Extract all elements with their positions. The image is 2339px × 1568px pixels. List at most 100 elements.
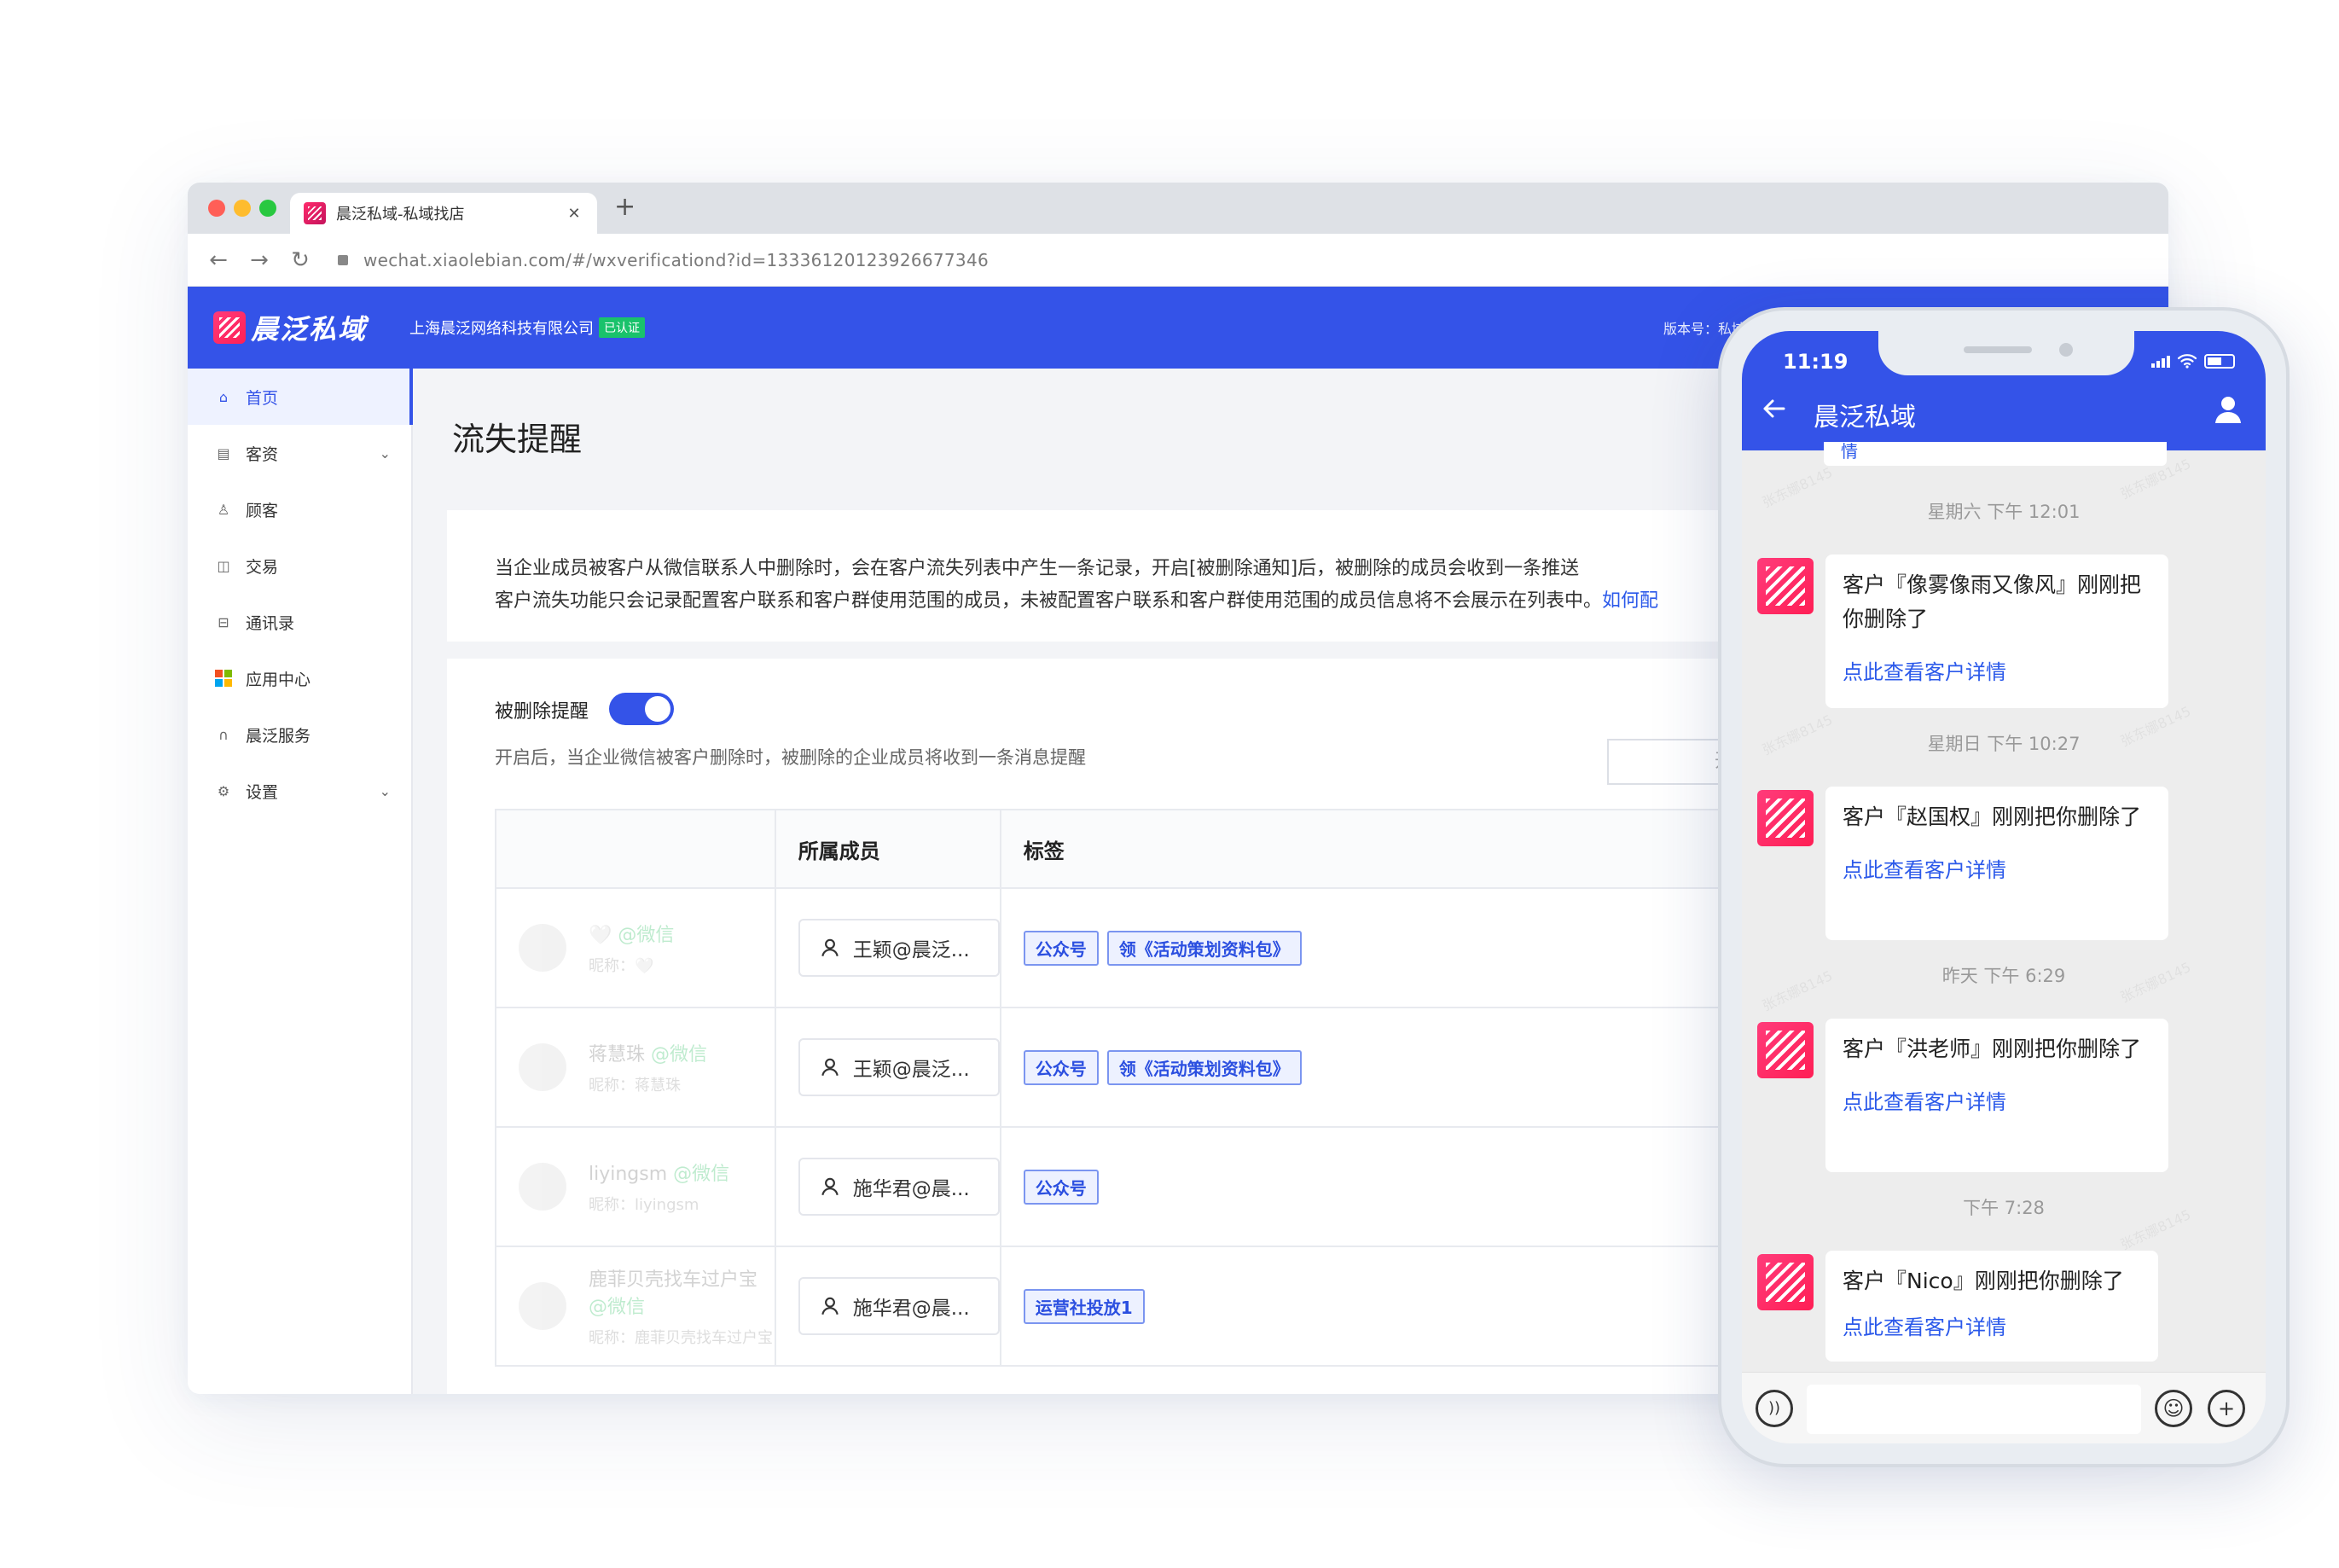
url-field[interactable]: wechat.xiaolebian.com/#/wxverificationd?… bbox=[338, 250, 989, 270]
view-customer-details-link[interactable]: 点此查看客户详情 bbox=[1843, 1310, 2141, 1340]
customer-name: 🤍 @微信 bbox=[589, 920, 674, 947]
customer-info: 蒋慧珠 @微信 昵称：蒋慧珠 bbox=[519, 1039, 775, 1095]
sidebar-item-settings[interactable]: ⚙ 设置 ⌄ bbox=[188, 763, 411, 819]
add-attachment-icon[interactable]: + bbox=[2208, 1390, 2245, 1427]
customer-source: @微信 bbox=[589, 1297, 646, 1318]
company-name: 上海晨泛网络科技有限公司 bbox=[409, 320, 595, 338]
sidebar-item-app-center[interactable]: 应用中心 bbox=[188, 650, 411, 706]
sidebar-item-label: 通讯录 bbox=[246, 613, 295, 633]
customer-source: @微信 bbox=[673, 1164, 730, 1185]
brand-logo[interactable]: 晨泛私域 bbox=[213, 308, 367, 347]
customer-alias: 昵称：鹿菲贝壳找车过户宝 bbox=[589, 1329, 773, 1347]
close-tab-icon[interactable]: ✕ bbox=[565, 205, 583, 223]
view-customer-details-link[interactable]: 点此查看客户详情 bbox=[1843, 1085, 2151, 1115]
home-icon: ⌂ bbox=[218, 388, 229, 405]
chevron-down-icon[interactable]: ⌄ bbox=[380, 445, 391, 462]
sidebar-item-home[interactable]: ⌂ 首页 bbox=[188, 369, 413, 425]
message-input[interactable] bbox=[1807, 1385, 2141, 1434]
tag-badge: 公众号 bbox=[1023, 930, 1099, 966]
message-text: 客户『赵国权』刚刚把你删除了 bbox=[1843, 804, 2142, 829]
chat-input-bar: )) ☺ + bbox=[1742, 1372, 2266, 1443]
address-book-icon: ⊟ bbox=[218, 613, 229, 630]
member-name: 王颖@晨泛... bbox=[852, 939, 970, 961]
tag-badge: 公众号 bbox=[1023, 1049, 1099, 1085]
customer-name: 鹿菲贝壳找车过户宝 @微信 bbox=[589, 1264, 775, 1319]
customer-name: 蒋慧珠 @微信 bbox=[589, 1039, 707, 1066]
message-bubble: 客户『Nico』刚刚把你删除了 点此查看客户详情 bbox=[1825, 1251, 2158, 1362]
favicon-icon bbox=[304, 202, 326, 224]
headset-icon: ∩ bbox=[218, 726, 229, 743]
message-timestamp: 下午 7:28 bbox=[1963, 1198, 2045, 1218]
member-name: 施华君@晨... bbox=[852, 1298, 970, 1320]
sidebar-item-transactions[interactable]: ◫ 交易 bbox=[188, 537, 411, 594]
customer-text: 蒋慧珠 @微信 昵称：蒋慧珠 bbox=[589, 1039, 707, 1095]
member-chip[interactable]: 王颖@晨泛... bbox=[798, 919, 1000, 977]
status-icons bbox=[2151, 353, 2235, 369]
customer-text: 🤍 @微信 昵称：🤍 bbox=[589, 920, 674, 976]
table-row[interactable]: 🤍 @微信 昵称：🤍 王颖@晨泛... 公众号 领《活动策划资料包》 bbox=[495, 887, 1860, 1008]
browser-tab[interactable]: 晨泛私域-私域找店 ✕ bbox=[290, 193, 597, 234]
apps-icon bbox=[215, 670, 232, 687]
column-header-customer bbox=[495, 809, 776, 889]
member-cell: 王颖@晨泛... bbox=[774, 1007, 1001, 1128]
customer-name-text: 蒋慧珠 bbox=[589, 1044, 646, 1066]
new-tab-button[interactable]: + bbox=[614, 195, 636, 220]
table-row[interactable]: 蒋慧珠 @微信 昵称：蒋慧珠 王颖@晨泛... 公众号 领《活动策划资料包》 bbox=[495, 1007, 1860, 1128]
page-title: 流失提醒 bbox=[452, 421, 583, 458]
message-text: 客户『洪老师』刚刚把你删除了 bbox=[1843, 1037, 2142, 1061]
message-timestamp: 星期日 下午 10:27 bbox=[1927, 734, 2081, 754]
voice-icon[interactable]: )) bbox=[1756, 1390, 1793, 1427]
customer-text: 鹿菲贝壳找车过户宝 @微信 昵称：鹿菲贝壳找车过户宝 bbox=[589, 1264, 775, 1348]
table-row[interactable]: liyingsm @微信 昵称：liyingsm 施华君@晨... 公众号 bbox=[495, 1126, 1860, 1247]
delete-reminder-description: 开启后，当企业微信被客户删除时，被删除的企业成员将收到一条消息提醒 bbox=[495, 747, 1086, 768]
sidebar-item-label: 设置 bbox=[246, 782, 279, 802]
maximize-window-button[interactable] bbox=[259, 200, 276, 217]
column-header-member: 所属成员 bbox=[774, 809, 1001, 889]
status-time: 11:19 bbox=[1783, 350, 1849, 374]
member-chip[interactable]: 施华君@晨... bbox=[798, 1277, 1000, 1335]
customer-alias: 昵称：🤍 bbox=[589, 957, 654, 975]
forward-arrow-icon[interactable]: → bbox=[239, 247, 280, 273]
address-bar: ← → ↻ wechat.xiaolebian.com/#/wxverifica… bbox=[188, 234, 2168, 287]
chevron-down-icon[interactable]: ⌄ bbox=[380, 783, 391, 799]
phone-notch bbox=[1878, 331, 2134, 375]
customer-cell: liyingsm @微信 昵称：liyingsm bbox=[495, 1126, 776, 1247]
message-text: 客户『像雾像雨又像风』刚刚把你删除了 bbox=[1843, 572, 2142, 631]
how-to-configure-link[interactable]: 如何配 bbox=[1602, 590, 1658, 612]
member-chip[interactable]: 施华君@晨... bbox=[798, 1158, 1000, 1216]
user-profile-icon[interactable] bbox=[2213, 394, 2243, 425]
view-customer-details-link[interactable]: 点此查看客户详情 bbox=[1843, 655, 2151, 685]
avatar bbox=[519, 1043, 566, 1091]
wifi-icon bbox=[2177, 354, 2197, 369]
notice-box: 当企业成员被客户从微信联系人中删除时，会在客户流失列表中产生一条记录，开启[被删… bbox=[447, 510, 1940, 642]
url-text: wechat.xiaolebian.com/#/wxverificationd?… bbox=[363, 249, 990, 270]
back-arrow-icon[interactable]: ← bbox=[198, 247, 239, 273]
reload-icon[interactable]: ↻ bbox=[280, 247, 321, 273]
delete-reminder-toggle[interactable] bbox=[609, 693, 674, 725]
sidebar-item-customers[interactable]: ♙ 顾客 bbox=[188, 481, 411, 537]
sidebar-item-service[interactable]: ∩ 晨泛服务 bbox=[188, 706, 411, 763]
customer-info: 🤍 @微信 昵称：🤍 bbox=[519, 920, 775, 976]
sidebar-item-address-book[interactable]: ⊟ 通讯录 bbox=[188, 594, 411, 650]
close-window-button[interactable] bbox=[208, 200, 225, 217]
previous-message-fragment: 情 bbox=[1824, 442, 2167, 466]
chat-area: 情 张东娜8145 张东娜8145 张东娜8145 张东娜8145 张东娜814… bbox=[1742, 442, 2266, 1372]
transaction-icon: ◫ bbox=[217, 557, 230, 574]
avatar bbox=[519, 924, 566, 972]
emoji-icon[interactable]: ☺ bbox=[2155, 1390, 2192, 1427]
message-timestamp: 昨天 下午 6:29 bbox=[1941, 966, 2066, 986]
settings-icon: ⚙ bbox=[217, 782, 230, 799]
member-name: 施华君@晨... bbox=[852, 1178, 970, 1200]
tag-badge: 领《活动策划资料包》 bbox=[1106, 1049, 1302, 1085]
minimize-window-button[interactable] bbox=[234, 200, 251, 217]
brand-avatar bbox=[1757, 558, 1814, 614]
sidebar-item-label: 晨泛服务 bbox=[246, 726, 311, 746]
lock-icon bbox=[338, 254, 348, 265]
sidebar-item-leads[interactable]: ▤ 客资 ⌄ bbox=[188, 425, 411, 481]
back-arrow-icon[interactable] bbox=[1761, 396, 1786, 427]
member-chip[interactable]: 王颖@晨泛... bbox=[798, 1038, 1000, 1096]
table-row[interactable]: 鹿菲贝壳找车过户宝 @微信 昵称：鹿菲贝壳找车过户宝 施华君@晨... 运营社投… bbox=[495, 1246, 1860, 1367]
signal-icon bbox=[2151, 354, 2170, 368]
view-customer-details-link[interactable]: 点此查看客户详情 bbox=[1843, 853, 2151, 883]
customer-name-text: liyingsm bbox=[589, 1164, 668, 1185]
